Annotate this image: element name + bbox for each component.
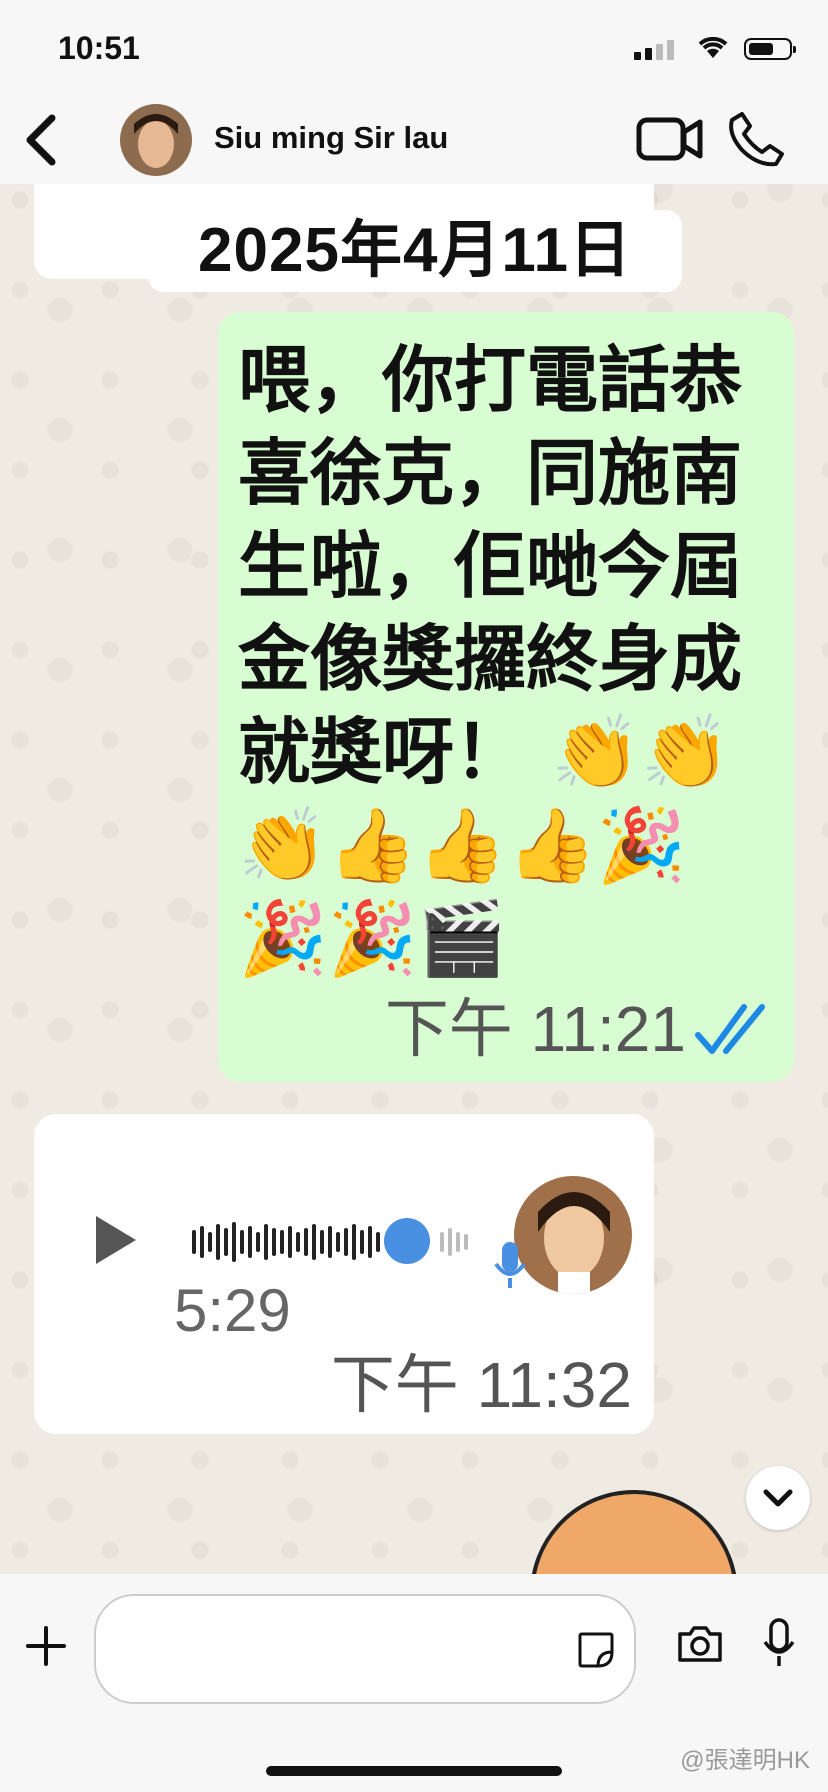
chat-header: Siu ming Sir lau [0,100,828,184]
outgoing-message-bubble[interactable]: 喂，你打電話恭喜徐克，同施南生啦，佢哋今屆金像獎攞終身成就獎呀！ 👏👏👏👍👍👍🎉… [218,312,794,1082]
contact-avatar[interactable] [120,104,192,176]
video-call-button[interactable] [636,114,704,169]
video-camera-icon [636,117,703,161]
scroll-to-bottom-button[interactable] [746,1466,810,1530]
date-separator: 2025年4月11日 [148,210,682,292]
microphone-icon [494,1240,526,1295]
read-receipt-icon [694,1001,776,1062]
battery-icon [744,38,796,60]
message-time: 下午 11:32 [330,1349,632,1421]
voice-record-button[interactable] [762,1618,796,1673]
status-bar: 10:51 [0,0,828,100]
message-text: 喂，你打電話恭喜徐克，同施南生啦，佢哋今屆金像獎攞終身成就獎呀！ 👏👏👏👍👍👍🎉… [238,338,743,980]
message-input[interactable] [94,1594,636,1704]
chevron-down-icon [763,1489,793,1507]
voice-message-bubble[interactable]: 5:29 下午 11:32 [34,1114,654,1434]
sender-avatar [514,1176,632,1294]
microphone-icon [763,1618,795,1666]
play-button[interactable] [90,1212,140,1273]
phone-icon [729,112,784,167]
contact-name[interactable]: Siu ming Sir lau [214,120,448,156]
watermark: @張達明HK [680,1747,810,1774]
voice-waveform[interactable] [190,1214,500,1270]
clock: 10:51 [58,30,140,66]
home-indicator [266,1766,562,1776]
message-composer: @張達明HK [0,1574,828,1792]
sticker-icon [578,1632,614,1668]
voice-call-button[interactable] [728,110,786,173]
play-icon [96,1216,136,1264]
back-button[interactable] [22,110,72,170]
voice-duration: 5:29 [174,1277,291,1344]
sticker-button[interactable] [576,1630,616,1675]
playback-progress-knob[interactable] [384,1218,430,1264]
camera-icon [678,1626,722,1662]
plus-icon [26,1626,66,1666]
signal-icon [634,40,678,60]
chevron-left-icon [26,114,56,166]
attach-button[interactable] [24,1624,68,1673]
wifi-icon [696,34,730,65]
message-time: 下午 11:21 [384,993,686,1065]
camera-button[interactable] [676,1624,724,1669]
